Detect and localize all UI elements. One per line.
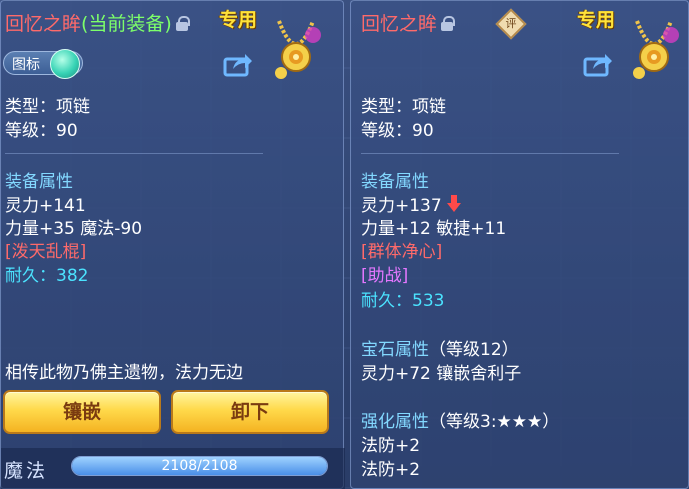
mp-value: 2108/2108 <box>161 458 238 474</box>
equipped-tag: (当前装备) <box>81 13 172 35</box>
gem-level: （等级12） <box>429 340 519 360</box>
rate-badge[interactable]: 评 <box>495 8 527 40</box>
item-level: 等级：90 <box>361 121 434 141</box>
attr-line-2: 力量+12 敏捷+11 <box>361 219 507 239</box>
lock-icon <box>441 16 456 31</box>
attr-line-1: 灵力+141 <box>5 196 86 216</box>
item-name: 回忆之眸 <box>5 13 82 35</box>
current-equipment-tooltip: 回忆之眸(当前装备) 专用 图标 类型：项链 等级：90 装备属性 灵力+141… <box>0 0 345 489</box>
share-icon[interactable] <box>583 53 613 77</box>
item-type: 类型：项链 <box>5 97 90 117</box>
item-description: 相传此物乃佛主遗物，法力无边 <box>5 363 243 383</box>
lock-icon <box>175 16 190 31</box>
mp-label: 魔法 <box>4 460 49 482</box>
item-name: 回忆之眸 <box>361 13 438 35</box>
enhance-line-2: 法防+2 <box>361 460 421 480</box>
durability-label: 耐久： <box>361 291 412 311</box>
exclusive-label: 专用 <box>219 9 258 31</box>
attr-line-1: 灵力+137 <box>361 195 462 217</box>
unequip-button[interactable]: 卸下 <box>171 390 329 434</box>
special-skill: [泼天乱棍] <box>5 242 87 262</box>
decrease-arrow-icon <box>447 195 462 212</box>
item-title: 回忆之眸(当前装备) <box>5 9 190 36</box>
durability: 耐久：382 <box>5 265 88 287</box>
icon-toggle[interactable]: 图标 <box>3 49 83 79</box>
special-skill: [群体净心] <box>361 242 443 262</box>
special-effect: [助战] <box>361 266 409 286</box>
item-type: 类型：项链 <box>361 97 446 117</box>
enhance-level: （等级3:★★★） <box>429 412 560 432</box>
share-icon[interactable] <box>223 53 253 77</box>
gem-header: 宝石属性（等级12） <box>361 339 519 361</box>
attr-header: 装备属性 <box>5 172 73 192</box>
icon-toggle-label: 图标 <box>12 57 40 73</box>
toggle-knob <box>50 49 80 79</box>
attr-line-2: 力量+35 魔法-90 <box>5 219 143 239</box>
divider <box>361 153 619 154</box>
attr-line-1-text: 灵力+137 <box>361 196 442 216</box>
divider <box>5 153 263 154</box>
enhance-header-label: 强化属性 <box>361 412 429 432</box>
item-title: 回忆之眸 <box>361 9 456 36</box>
enhance-header: 强化属性（等级3:★★★） <box>361 411 559 433</box>
durability-value: 533 <box>412 291 445 311</box>
attr-header: 装备属性 <box>361 172 429 192</box>
gem-attr: 灵力+72 镶嵌舍利子 <box>361 364 522 384</box>
inlay-button[interactable]: 镶嵌 <box>3 390 161 434</box>
rate-badge-label: 评 <box>505 17 517 30</box>
durability: 耐久：533 <box>361 290 444 312</box>
item-level: 等级：90 <box>5 121 78 141</box>
durability-label: 耐久： <box>5 266 56 286</box>
durability-value: 382 <box>56 266 89 286</box>
gem-header-label: 宝石属性 <box>361 340 429 360</box>
enhance-line-1: 法防+2 <box>361 436 421 456</box>
necklace-icon <box>275 20 321 79</box>
necklace-icon <box>633 20 679 79</box>
mp-bar: 魔法 2108/2108 <box>1 448 345 489</box>
mp-track: 2108/2108 <box>71 456 328 476</box>
exclusive-label: 专用 <box>577 9 616 31</box>
compare-item-tooltip: 回忆之眸 评 专用 类型：项链 等级：90 装备属性 灵力+137 力量+12 … <box>350 0 689 489</box>
